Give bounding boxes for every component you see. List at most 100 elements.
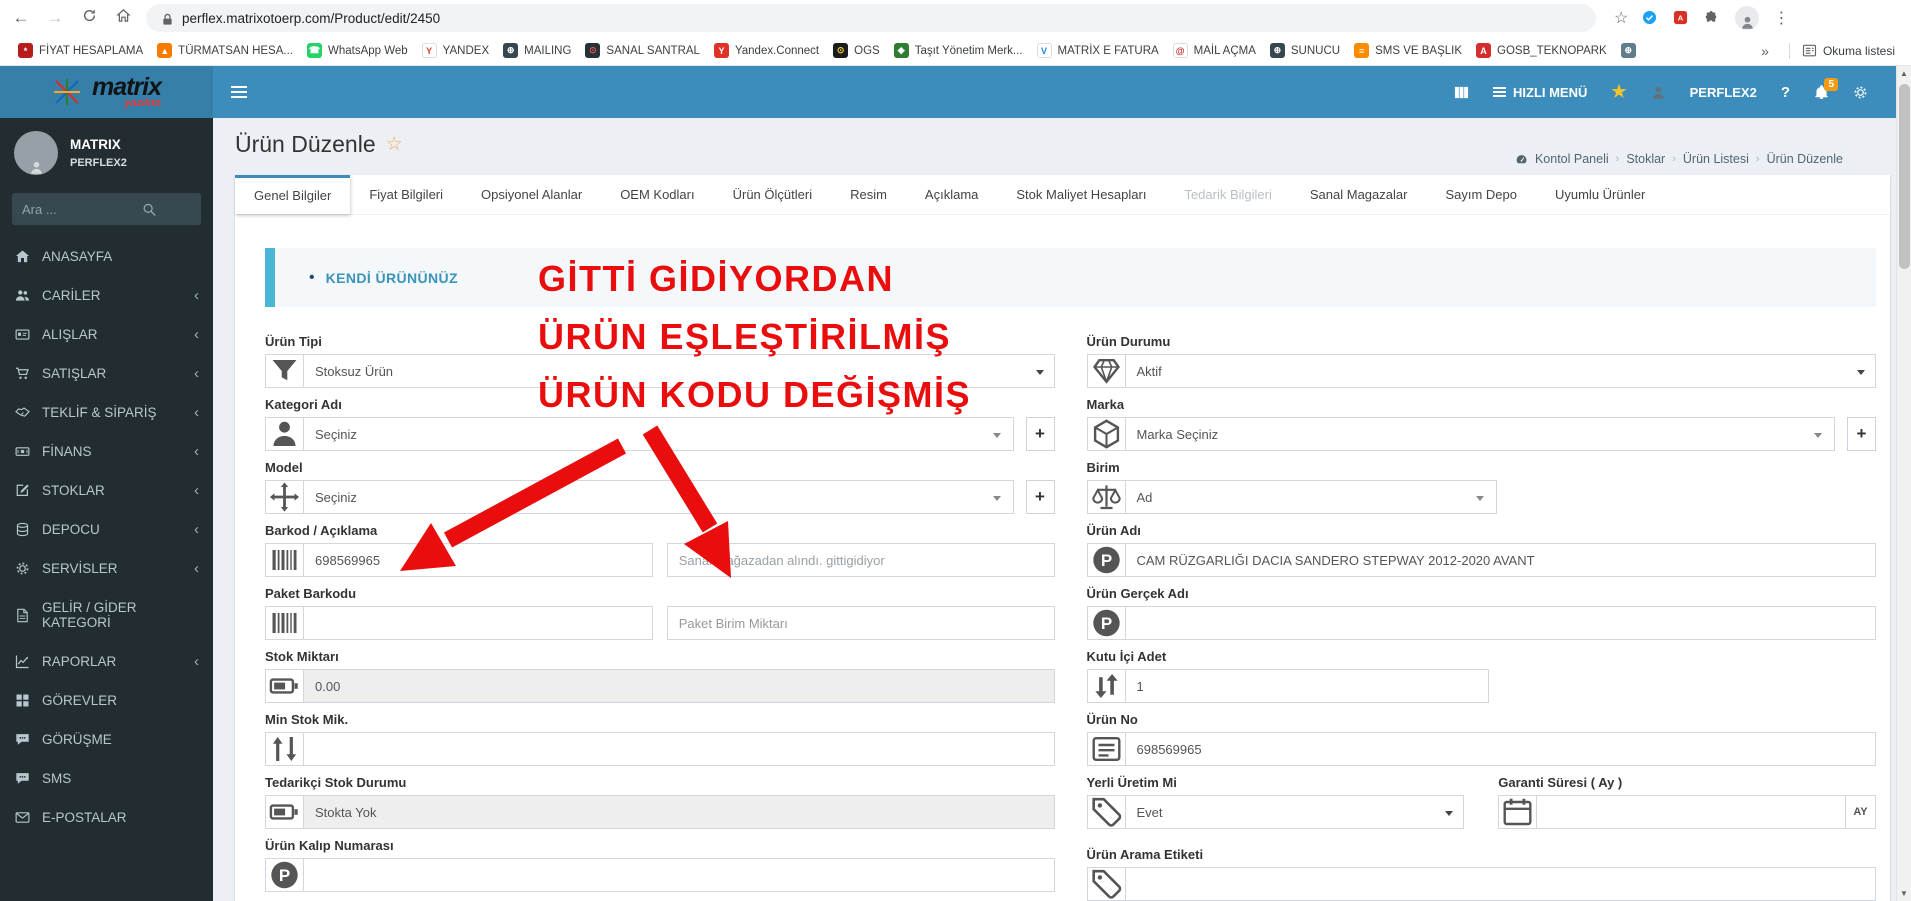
- tab-oem-kodlari[interactable]: OEM Kodları: [601, 175, 713, 214]
- text-input[interactable]: [304, 796, 1054, 828]
- text-input[interactable]: [1125, 544, 1875, 576]
- bookmark-mailing[interactable]: ⊕ MAILING: [497, 40, 577, 61]
- text-input[interactable]: [304, 859, 1054, 891]
- bookmark-yandex[interactable]: Y YANDEX: [416, 40, 495, 61]
- forward-icon[interactable]: →: [44, 8, 66, 28]
- breadcrumb-item-stoklar[interactable]: Stoklar: [1626, 152, 1665, 166]
- bookmark-matrix-e-fatura[interactable]: V MATRİX E FATURA: [1031, 40, 1165, 61]
- bookmark-globe[interactable]: ⊕: [1615, 40, 1642, 61]
- bookmark-yandex-connect[interactable]: Y Yandex.Connect: [708, 40, 825, 61]
- text-input[interactable]: [304, 733, 1054, 765]
- tab-fiyat-bilgileri[interactable]: Fiyat Bilgileri: [350, 175, 462, 214]
- page-favorite-star-icon[interactable]: ☆: [386, 133, 403, 156]
- add-button[interactable]: +: [1025, 480, 1055, 514]
- text-input[interactable]: [1125, 670, 1489, 702]
- select[interactable]: Ad: [1086, 480, 1498, 514]
- sidebar-item-teklif-siparis[interactable]: TEKLİF & SİPARİŞ ‹: [0, 393, 213, 432]
- select[interactable]: Stoksuz Ürün: [265, 354, 1055, 388]
- sidebar-item-cariler[interactable]: CARİLER ‹: [0, 276, 213, 315]
- tab-sayim-depo[interactable]: Sayım Depo: [1426, 175, 1536, 214]
- tab-stok-maliyet-hesaplari[interactable]: Stok Maliyet Hesapları: [997, 175, 1165, 214]
- sidebar-item-gorevler[interactable]: GÖREVLER: [0, 681, 213, 720]
- sidebar-item-e-postalar[interactable]: E-POSTALAR: [0, 798, 213, 837]
- bookmark-whatsapp-web[interactable]: ☎ WhatsApp Web: [301, 40, 414, 61]
- select[interactable]: Seçiniz: [265, 480, 1014, 514]
- sidebar-item-satislar[interactable]: SATIŞLAR ‹: [0, 354, 213, 393]
- text-input[interactable]: [1125, 733, 1875, 765]
- text-input[interactable]: [1537, 796, 1845, 828]
- url-bar[interactable]: perflex.matrixotoerp.com/Product/edit/24…: [146, 4, 1596, 32]
- favorite-star-icon[interactable]: ★: [1611, 82, 1626, 102]
- columns-view-icon[interactable]: [1454, 85, 1469, 100]
- tab-genel-bilgiler[interactable]: Genel Bilgiler: [235, 175, 351, 214]
- sidebar-item-raporlar[interactable]: RAPORLAR ‹: [0, 642, 213, 681]
- app-logo[interactable]: matrix yazılım: [0, 66, 213, 118]
- sidebar-item-finans[interactable]: FİNANS ‹: [0, 432, 213, 471]
- extensions-puzzle-icon[interactable]: [1704, 10, 1721, 27]
- bookmark-sunucu[interactable]: ⊕ SUNUCU: [1264, 40, 1346, 61]
- select[interactable]: Evet: [1086, 795, 1465, 829]
- scrollbar-thumb[interactable]: [1899, 84, 1910, 269]
- text-input[interactable]: [304, 607, 652, 639]
- scroll-up-icon[interactable]: ▲: [1897, 66, 1911, 81]
- bookmark-tasit-yonetim-merk[interactable]: ◆ Taşıt Yönetim Merk...: [888, 40, 1029, 61]
- settings-gears-icon[interactable]: [1853, 85, 1868, 100]
- help-button[interactable]: ?: [1781, 84, 1790, 101]
- sidebar-item-gorusme[interactable]: GÖRÜŞME: [0, 720, 213, 759]
- text-input[interactable]: [667, 544, 1054, 576]
- bookmark-sms-ve-baslik[interactable]: ≡ SMS VE BAŞLIK: [1348, 40, 1468, 61]
- breadcrumb-item-kontol-paneli[interactable]: Kontol Paneli: [1535, 152, 1609, 166]
- sidebar-search-input[interactable]: Ara ...: [12, 193, 201, 225]
- scroll-down-icon[interactable]: ▼: [1897, 886, 1911, 901]
- sidebar-item-gelir-gider-kategori[interactable]: GELİR / GİDER KATEGORİ: [0, 588, 213, 642]
- home-icon[interactable]: [112, 8, 134, 28]
- bookmark-sanal-santral[interactable]: ⊙ SANAL SANTRAL: [579, 40, 706, 61]
- username-label[interactable]: PERFLEX2: [1690, 85, 1757, 100]
- tab-uyumlu-urunler[interactable]: Uyumlu Ürünler: [1536, 175, 1664, 214]
- url-text[interactable]: perflex.matrixotoerp.com/Product/edit/24…: [182, 11, 440, 26]
- sidebar-item-sms[interactable]: SMS: [0, 759, 213, 798]
- text-input[interactable]: [667, 607, 1054, 639]
- bookmarks-overflow-icon[interactable]: »: [1753, 43, 1777, 59]
- select[interactable]: Marka Seçiniz: [1086, 417, 1835, 451]
- tab-resim[interactable]: Resim: [831, 175, 906, 214]
- browser-menu-icon[interactable]: ⋮: [1773, 8, 1789, 28]
- bookmark-turmatsan-hesa[interactable]: ▲ TÜRMATSAN HESA...: [151, 40, 299, 61]
- back-icon[interactable]: ←: [10, 8, 32, 28]
- add-button[interactable]: +: [1025, 417, 1055, 451]
- tab-opsiyonel-alanlar[interactable]: Opsiyonel Alanlar: [462, 175, 601, 214]
- tab-sanal-magazalar[interactable]: Sanal Magazalar: [1291, 175, 1427, 214]
- sidebar-item-stoklar[interactable]: STOKLAR ‹: [0, 471, 213, 510]
- text-input[interactable]: [1125, 607, 1875, 639]
- tab-urun-olcutleri[interactable]: Ürün Ölçütleri: [714, 175, 831, 214]
- sidebar-item-alislar[interactable]: ALIŞLAR ‹: [0, 315, 213, 354]
- sidebar-toggle-icon[interactable]: [213, 86, 265, 98]
- breadcrumb-item-urun-listesi[interactable]: Ürün Listesi: [1683, 152, 1749, 166]
- add-button[interactable]: +: [1847, 417, 1876, 451]
- bookmark-ogs[interactable]: ⊙ OGS: [827, 40, 886, 61]
- bookmark-star-icon[interactable]: ☆: [1614, 8, 1628, 28]
- reading-list-button[interactable]: Okuma listesi: [1802, 43, 1899, 58]
- tab-tedarik-bilgileri[interactable]: Tedarik Bilgileri: [1165, 175, 1290, 214]
- select[interactable]: Seçiniz: [265, 417, 1014, 451]
- quick-menu-button[interactable]: HIZLI MENÜ: [1493, 85, 1587, 100]
- bookmark-mail-acma[interactable]: @ MAİL AÇMA: [1167, 40, 1262, 61]
- reload-icon[interactable]: [78, 8, 100, 28]
- text-input[interactable]: [304, 670, 1054, 702]
- bookmark-gosb-teknopark[interactable]: A GOSB_TEKNOPARK: [1470, 40, 1613, 61]
- sidebar-item-servisler[interactable]: SERVİSLER ‹: [0, 549, 213, 588]
- text-input[interactable]: [1125, 868, 1875, 900]
- breadcrumb-item-urun-duzenle[interactable]: Ürün Düzenle: [1767, 152, 1843, 166]
- sidebar-item-anasayfa[interactable]: ANASAYFA: [0, 237, 213, 276]
- tab-aciklama[interactable]: Açıklama: [906, 175, 997, 214]
- extension-check-icon[interactable]: [1642, 10, 1659, 27]
- bookmark-fiyat-hesaplama[interactable]: * FİYAT HESAPLAMA: [12, 40, 149, 61]
- user-avatar-icon[interactable]: [1651, 85, 1666, 100]
- select[interactable]: Aktif: [1086, 354, 1876, 388]
- browser-profile-avatar[interactable]: [1735, 6, 1760, 30]
- sidebar-item-depocu[interactable]: DEPOCU ‹: [0, 510, 213, 549]
- pdf-extension-icon[interactable]: A: [1673, 10, 1690, 27]
- text-input[interactable]: [304, 544, 652, 576]
- vertical-scrollbar[interactable]: ▲ ▼: [1896, 66, 1911, 901]
- notifications-bell-icon[interactable]: 5: [1814, 77, 1838, 100]
